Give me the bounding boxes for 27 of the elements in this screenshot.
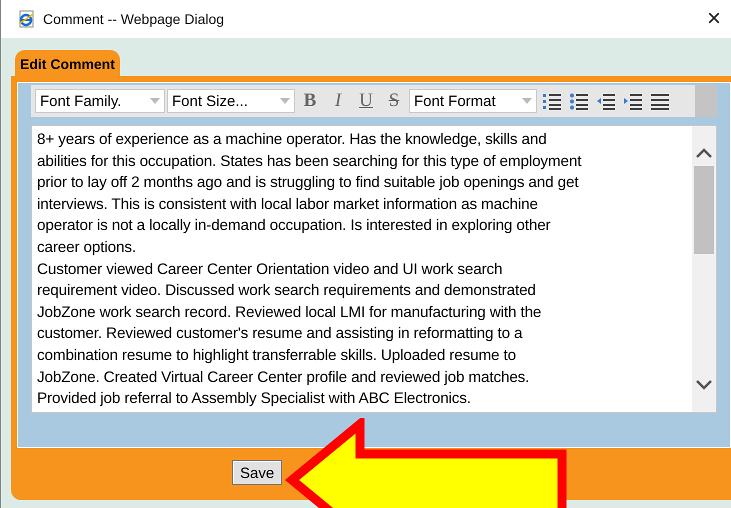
browser-icon <box>17 10 35 28</box>
strike-button[interactable]: S <box>381 90 407 112</box>
dropdown[interactable]: Font Size... <box>167 89 295 113</box>
paragraph: Customer viewed Career Center Orientation video and UI work search requirement video. Discussed work search requirements and demonstrated JobZone work search record. Reviewed local LMI for manufacturing with the customer. Reviewed customer's resume and assisting in reformatting to a combination resume to highlight transferrable skills. Uploaded resume to JobZone. Created Virtual Career Center profile and reviewed job matches. Provided job referral to Assembly Specialist with ABC Electronics. <box>37 260 542 410</box>
window-title: Comment -- Webpage Dialog <box>43 11 226 27</box>
italic-button[interactable]: I <box>325 90 351 112</box>
outdent-icon <box>596 92 616 110</box>
scrollbar[interactable] <box>692 126 716 412</box>
paragraph: 8+ years of experience as a machine operator. Has the knowledge, skills and abilities for this occupation. States has been searching for this type of employment prior to lay off 2 months ago and is struggling to find suitable job openings and get interviews. This is consistent with local labor market information as machine operator is not a locally in-demand occupation. Is interested in exploring other career options. <box>37 130 582 258</box>
justify-icon <box>650 92 670 110</box>
dropdown[interactable]: Font Family. <box>35 89 165 113</box>
caret-icon <box>280 98 290 104</box>
list-icon <box>542 92 562 110</box>
caret-icon <box>150 98 160 104</box>
caret-icon <box>522 98 532 104</box>
tab[interactable]: Edit Comment <box>15 50 120 76</box>
chevron-up-icon[interactable] <box>696 148 712 158</box>
bulleted-list-icon <box>568 92 588 110</box>
text-editor[interactable] <box>31 125 717 413</box>
underline-button[interactable]: U <box>353 90 379 112</box>
dropdown[interactable]: Font Format <box>409 89 537 113</box>
bold-button[interactable]: B <box>297 90 323 112</box>
toolbar-end-block <box>695 85 717 117</box>
indent-icon <box>622 92 642 110</box>
chevron-down-icon[interactable] <box>696 380 712 390</box>
save-button[interactable]: Save <box>232 460 282 485</box>
close-button[interactable]: × <box>706 7 721 31</box>
